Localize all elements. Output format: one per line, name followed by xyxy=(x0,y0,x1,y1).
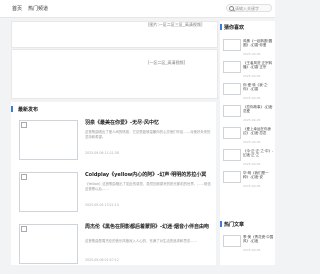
sidebar-item[interactable]: 鸡蛋《一起转圈·圆圈》-幻香·你爱 2025-09-05 xyxy=(223,39,275,56)
article-title[interactable]: 羽泉《最美在你爱》-无尽·风中忆 xyxy=(85,120,213,126)
search-input[interactable]: 请输入关键字 xyxy=(226,4,272,12)
article-item[interactable]: 周杰伦《黑色在阴影都后着蒙阴》-幻迷·烟音小伴自由吻 这首歌曲是周杰伦的音乐风格… xyxy=(11,224,216,274)
sidebar: 猜你喜欢 鸡蛋《一起转圈·圆圈》-幻香·你爱 2025-09-05 《王者风范·… xyxy=(220,21,275,265)
sidebar-item-title[interactable]: 《恋你故事》-幻迷·恋爱 xyxy=(243,105,275,114)
sidebar-item[interactable]: 《王者风范·正宗转播》-幻香·正宗 2025-09-05 xyxy=(223,61,275,78)
top-navbar: 首页 热门频道 请输入关键字 xyxy=(0,0,275,18)
article-item[interactable]: 羽泉《最美在你爱》-无尽·风中忆 这首歌曲唱出了爱人间的情感，它总是能够温暖你的… xyxy=(11,120,216,170)
sidebar-thumbnail[interactable] xyxy=(223,61,241,73)
sidebar-item-title[interactable]: 《王者风范·正宗转播》-幻香·正宗 xyxy=(243,61,275,70)
sidebar-item-title[interactable]: 你·爱·转《我·之·你》-幻香 xyxy=(243,83,275,92)
sidebar-item-title[interactable]: 鸡蛋《一起转圈·圆圈》-幻香·你爱 xyxy=(243,39,275,48)
sidebar-thumbnail[interactable] xyxy=(223,127,241,139)
sidebar-thumbnail[interactable] xyxy=(223,235,241,247)
sidebar-item[interactable]: 《爱上幸运在你身边》-幻迷·恋恋 2025-09-05 xyxy=(223,127,275,144)
sidebar-item-date: 2025-09-05 xyxy=(243,184,261,188)
sidebar-item[interactable]: 华·明《我们是一种》-幻迷·说 2025-09-05 xyxy=(223,171,275,188)
ad-banner-alt: [一区二区_高清视频] xyxy=(148,60,186,65)
article-date: 2025-09-06 11:21:38 xyxy=(85,151,119,155)
article-item[interactable]: Coldplay《yellow内心的阿》-幻声·明明的苏拉小冥 《Yellow》… xyxy=(11,172,216,222)
article-thumbnail[interactable] xyxy=(19,120,78,160)
nav-home-link[interactable]: 首页 xyxy=(12,5,22,12)
article-date: 2025-09-05 13:21:15 xyxy=(85,203,119,207)
nav-hot-channels-link[interactable]: 热门频道 xyxy=(28,5,48,12)
sidebar-item-date: 2025-09-05 xyxy=(243,248,261,252)
sidebar-item-date: 2025-09-05 xyxy=(243,118,261,122)
top-banner-alt: [图片:一区二区三区_高清视频] xyxy=(148,22,203,27)
sidebar-item-title[interactable]: 《今·正·正·之·中》-幻迷·正·之 xyxy=(243,149,275,158)
article-description: 这首歌曲唱出了爱人间的情感，它总是能够温暖你的心灵他们写给……对美好未来的坚持和… xyxy=(85,130,211,139)
sidebar-section-title: 猜你喜欢 xyxy=(224,25,245,31)
sidebar-thumbnail[interactable] xyxy=(223,39,241,51)
article-title[interactable]: Coldplay《yellow内心的阿》-幻声·明明的苏拉小冥 xyxy=(85,172,213,178)
sidebar-item-date: 2025-09-05 xyxy=(243,52,261,56)
sidebar-thumbnail[interactable] xyxy=(223,171,241,183)
sidebar-item-title[interactable]: 《爱上幸运在你身边》-幻迷·恋恋 xyxy=(243,127,275,136)
sidebar-item[interactable]: 你·爱·转《我·之·你》-幻香 2025-09-05 xyxy=(223,83,275,100)
top-banner[interactable]: [图片:一区二区三区_高清视频] xyxy=(11,21,218,48)
article-date: 2025-09-06 01:57:12 xyxy=(85,258,119,262)
sidebar-item-date: 2025-09-05 xyxy=(243,140,261,144)
search-icon[interactable] xyxy=(229,6,234,11)
sidebar-accent-bar xyxy=(220,221,222,227)
sidebar-item-date: 2025-09-05 xyxy=(243,162,261,166)
sidebar-item[interactable]: 《今·正·正·之·中》-幻迷·正·之 2025-09-05 xyxy=(223,149,275,166)
sidebar-hot-title: 热门文章 xyxy=(224,222,245,228)
article-description: 这首歌曲是周杰伦的音乐风格深入人心的，充满了对生活的追求和思念…… xyxy=(85,239,197,243)
sidebar-hot-item[interactable]: 季·美《青花瓷·中国风》-幻迷 2025-09-05 xyxy=(223,235,275,252)
article-description: 《Yellow》这首歌曲唱出了如此的感觉，虽然回到原来的阳光那前的世界，……相信… xyxy=(85,182,211,191)
ad-banner[interactable]: [一区二区_高清视频] xyxy=(11,49,218,99)
sidebar-thumbnail[interactable] xyxy=(223,105,241,117)
sidebar-item[interactable]: 《恋你故事》-幻迷·恋爱 2025-09-05 xyxy=(223,105,275,122)
sidebar-item-date: 2025-09-05 xyxy=(243,96,261,100)
sidebar-accent-bar xyxy=(220,24,222,30)
article-title[interactable]: 周杰伦《黑色在阴影都后着蒙阴》-幻迷·烟音小伴自由吻 xyxy=(85,224,213,230)
article-thumbnail[interactable] xyxy=(19,172,78,212)
sidebar-thumbnail[interactable] xyxy=(223,149,241,161)
article-thumbnail[interactable] xyxy=(19,224,78,264)
sidebar-item-date: 2025-09-05 xyxy=(243,74,261,78)
sidebar-item-title[interactable]: 季·美《青花瓷·中国风》-幻迷 xyxy=(243,235,275,244)
sidebar-thumbnail[interactable] xyxy=(223,83,241,95)
section-title: 最新发布 xyxy=(18,107,39,113)
section-accent-bar xyxy=(11,106,13,112)
latest-posts-section: 最新发布 羽泉《最美在你爱》-无尽·风中忆 这首歌曲唱出了爱人间的情感，它总是能… xyxy=(11,102,216,265)
search-placeholder: 请输入关键字 xyxy=(235,6,259,11)
sidebar-item-title[interactable]: 华·明《我们是一种》-幻迷·说 xyxy=(243,171,275,180)
